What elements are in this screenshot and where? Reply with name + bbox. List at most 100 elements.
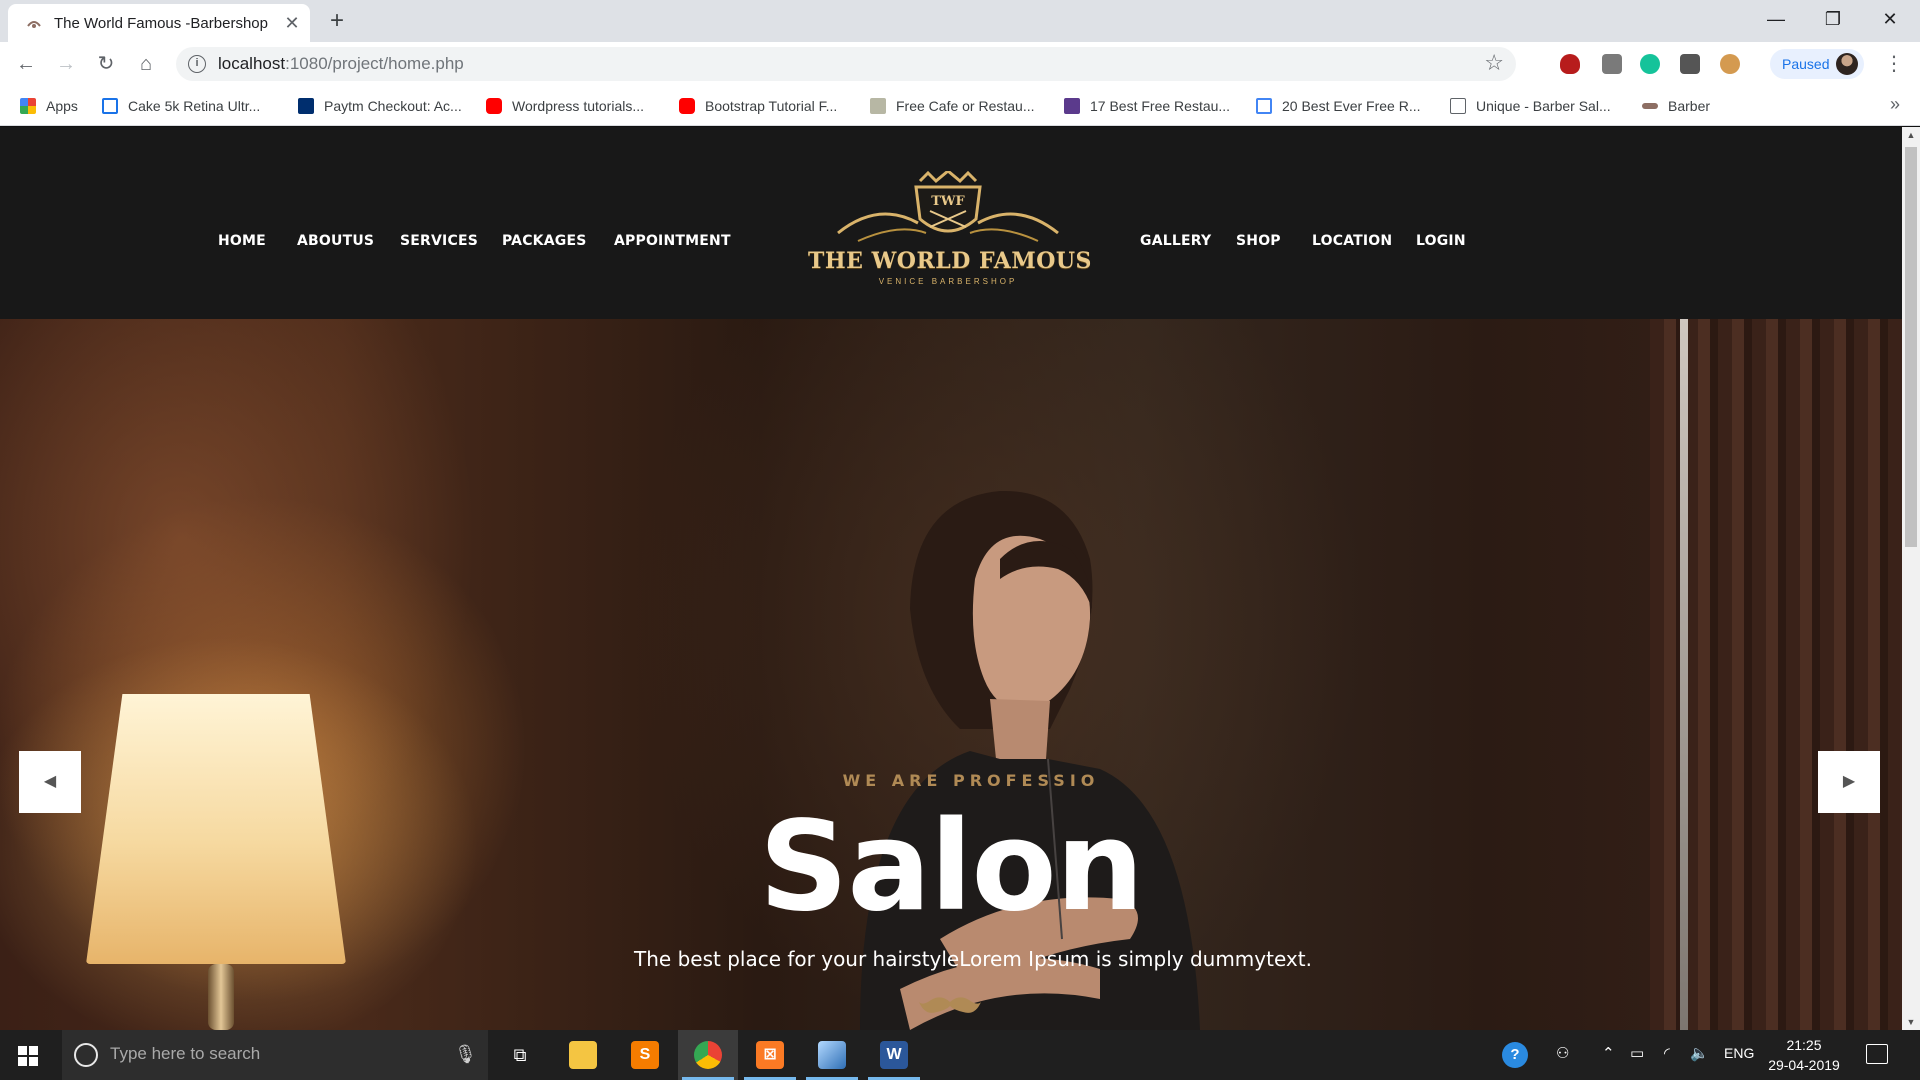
taskbar-clock[interactable]: 21:25 29-04-2019 [1758,1035,1850,1075]
cortana-icon [74,1043,98,1067]
bookmark-item[interactable]: Unique - Barber Sal... [1450,95,1611,117]
bookmark-item[interactable]: Bootstrap Tutorial F... [679,95,837,117]
youtube-icon [486,98,502,114]
tab-title: The World Famous -Barbershop [54,15,268,32]
chrome-button[interactable] [678,1030,738,1080]
forward-arrow-icon[interactable]: → [52,50,80,78]
document-icon [1450,98,1466,114]
restore-button[interactable]: ❐ [1815,6,1851,34]
virtualbox-button[interactable] [802,1030,862,1080]
home-icon[interactable]: ⌂ [132,50,160,78]
browser-tab[interactable]: The World Famous -Barbershop ✕ [8,4,310,42]
help-icon[interactable]: ? [1502,1042,1528,1068]
nav-aboutus[interactable]: ABOUTUS [297,233,374,249]
taskbar-search[interactable]: Type here to search 🎙 [62,1030,488,1080]
w-logo-icon [102,98,118,114]
search-placeholder: Type here to search [110,1044,261,1063]
tray-chevron-icon[interactable]: ⌃ [1602,1044,1615,1062]
close-window-button[interactable]: ✕ [1872,6,1908,34]
bookmark-item[interactable]: 17 Best Free Restau... [1064,95,1230,117]
paused-label: Paused [1782,56,1830,72]
reload-icon[interactable]: ↻ [92,50,120,78]
mustache-icon [1642,103,1658,109]
sublime-icon: S [631,1041,659,1069]
bookmarks-bar: Apps Cake 5k Retina Ultr... Paytm Checko… [0,86,1920,126]
apps-grid-icon [20,98,36,114]
nav-appointment[interactable]: APPOINTMENT [614,233,731,249]
browser-toolbar: ← → ↻ ⌂ i localhost:1080/project/home.ph… [0,42,1920,86]
slider-prev-button[interactable]: ◀ [19,751,81,813]
xampp-button[interactable]: ⊠ [740,1030,800,1080]
windows-start-icon[interactable] [18,1046,38,1066]
cube-icon [818,1041,846,1069]
css-site-icon [870,98,886,114]
site-logo[interactable]: TWF THE WORLD FAMOUS VENICE BARBERSHOP [808,171,1092,307]
barbershop-favicon-icon [27,21,41,28]
volume-icon[interactable]: 🔈 [1690,1044,1709,1062]
cookie-extension-icon[interactable] [1720,54,1740,74]
extension-badge-icon[interactable] [1680,54,1700,74]
page-scrollbar[interactable]: ▲ ▼ [1902,127,1920,1030]
site-info-icon[interactable]: i [188,55,206,73]
page-blue-icon [1256,98,1272,114]
back-arrow-icon[interactable]: ← [12,50,40,78]
task-view-button[interactable]: ⧉ [490,1030,550,1080]
scroll-up-icon[interactable]: ▲ [1902,127,1920,143]
people-icon[interactable]: ⚇ [1556,1044,1569,1062]
bookmark-item[interactable]: Free Cafe or Restau... [870,95,1035,117]
bookmark-item[interactable]: 20 Best Ever Free R... [1256,95,1421,117]
wifi-icon[interactable]: ◜ [1664,1044,1670,1062]
bookmark-star-icon[interactable]: ☆ [1484,50,1504,76]
notification-center-icon[interactable] [1866,1044,1888,1064]
mustache-icon [919,997,981,1013]
windows-taskbar: Type here to search 🎙 ⧉ S ⊠ W ? ⚇ ⌃ ▭ ◜ … [0,1030,1920,1080]
xampp-icon: ⊠ [756,1041,784,1069]
profile-paused-button[interactable]: Paused [1770,49,1864,79]
bookmark-item[interactable]: Barber [1642,95,1710,117]
clock-date: 29-04-2019 [1768,1057,1840,1073]
page-viewport: HOME ABOUTUS SERVICES PACKAGES APPOINTME… [0,127,1902,1030]
nav-packages[interactable]: PACKAGES [502,233,587,249]
colorlib-icon [1064,98,1080,114]
minimize-button[interactable]: — [1758,6,1794,34]
logo-subtitle: VENICE BARBERSHOP [878,277,1018,286]
word-button[interactable]: W [864,1030,924,1080]
nav-shop[interactable]: SHOP [1236,233,1281,249]
bookmark-item[interactable]: Paytm Checkout: Ac... [298,95,462,117]
picker-extension-icon[interactable] [1602,54,1622,74]
menu-kebab-icon[interactable]: ⋮ [1884,50,1904,78]
shield-extension-icon[interactable] [1560,54,1580,74]
battery-icon[interactable]: ▭ [1630,1044,1644,1062]
bookmark-item[interactable]: Wordpress tutorials... [486,95,644,117]
file-explorer-button[interactable] [553,1030,613,1080]
language-indicator[interactable]: ENG [1724,1045,1754,1061]
browser-tab-strip: The World Famous -Barbershop ✕ + — ❐ ✕ [0,0,1920,42]
close-tab-icon[interactable]: ✕ [282,13,302,33]
barber-woman-image [860,490,1200,1030]
scroll-thumb[interactable] [1905,147,1917,547]
url-text[interactable]: localhost:1080/project/home.php [218,54,464,74]
chrome-icon [694,1041,722,1069]
slider-next-button[interactable]: ▶ [1818,751,1880,813]
bookmark-item[interactable]: Cake 5k Retina Ultr... [102,95,260,117]
scroll-down-icon[interactable]: ▼ [1902,1014,1920,1030]
nav-login[interactable]: LOGIN [1416,233,1466,249]
bookmarks-overflow-icon[interactable]: » [1890,94,1900,115]
nav-gallery[interactable]: GALLERY [1140,233,1211,249]
site-header: HOME ABOUTUS SERVICES PACKAGES APPOINTME… [0,127,1902,319]
word-icon: W [880,1041,908,1069]
address-bar[interactable]: i localhost:1080/project/home.php ☆ [176,47,1516,81]
youtube-icon [679,98,695,114]
nav-location[interactable]: LOCATION [1312,233,1392,249]
logo-title: THE WORLD FAMOUS [808,248,1092,274]
new-tab-button[interactable]: + [324,9,350,35]
sublime-text-button[interactable]: S [615,1030,675,1080]
bookmark-apps[interactable]: Apps [20,95,78,117]
nav-home[interactable]: HOME [218,233,266,249]
hero-subtitle: The best place for your hairstyleLorem I… [634,947,1312,971]
task-view-icon: ⧉ [513,1045,527,1065]
nav-services[interactable]: SERVICES [400,233,478,249]
microphone-icon[interactable]: 🎙 [454,1044,477,1065]
grammarly-extension-icon[interactable] [1640,54,1660,74]
crest-emblem-icon: TWF [837,171,1059,242]
